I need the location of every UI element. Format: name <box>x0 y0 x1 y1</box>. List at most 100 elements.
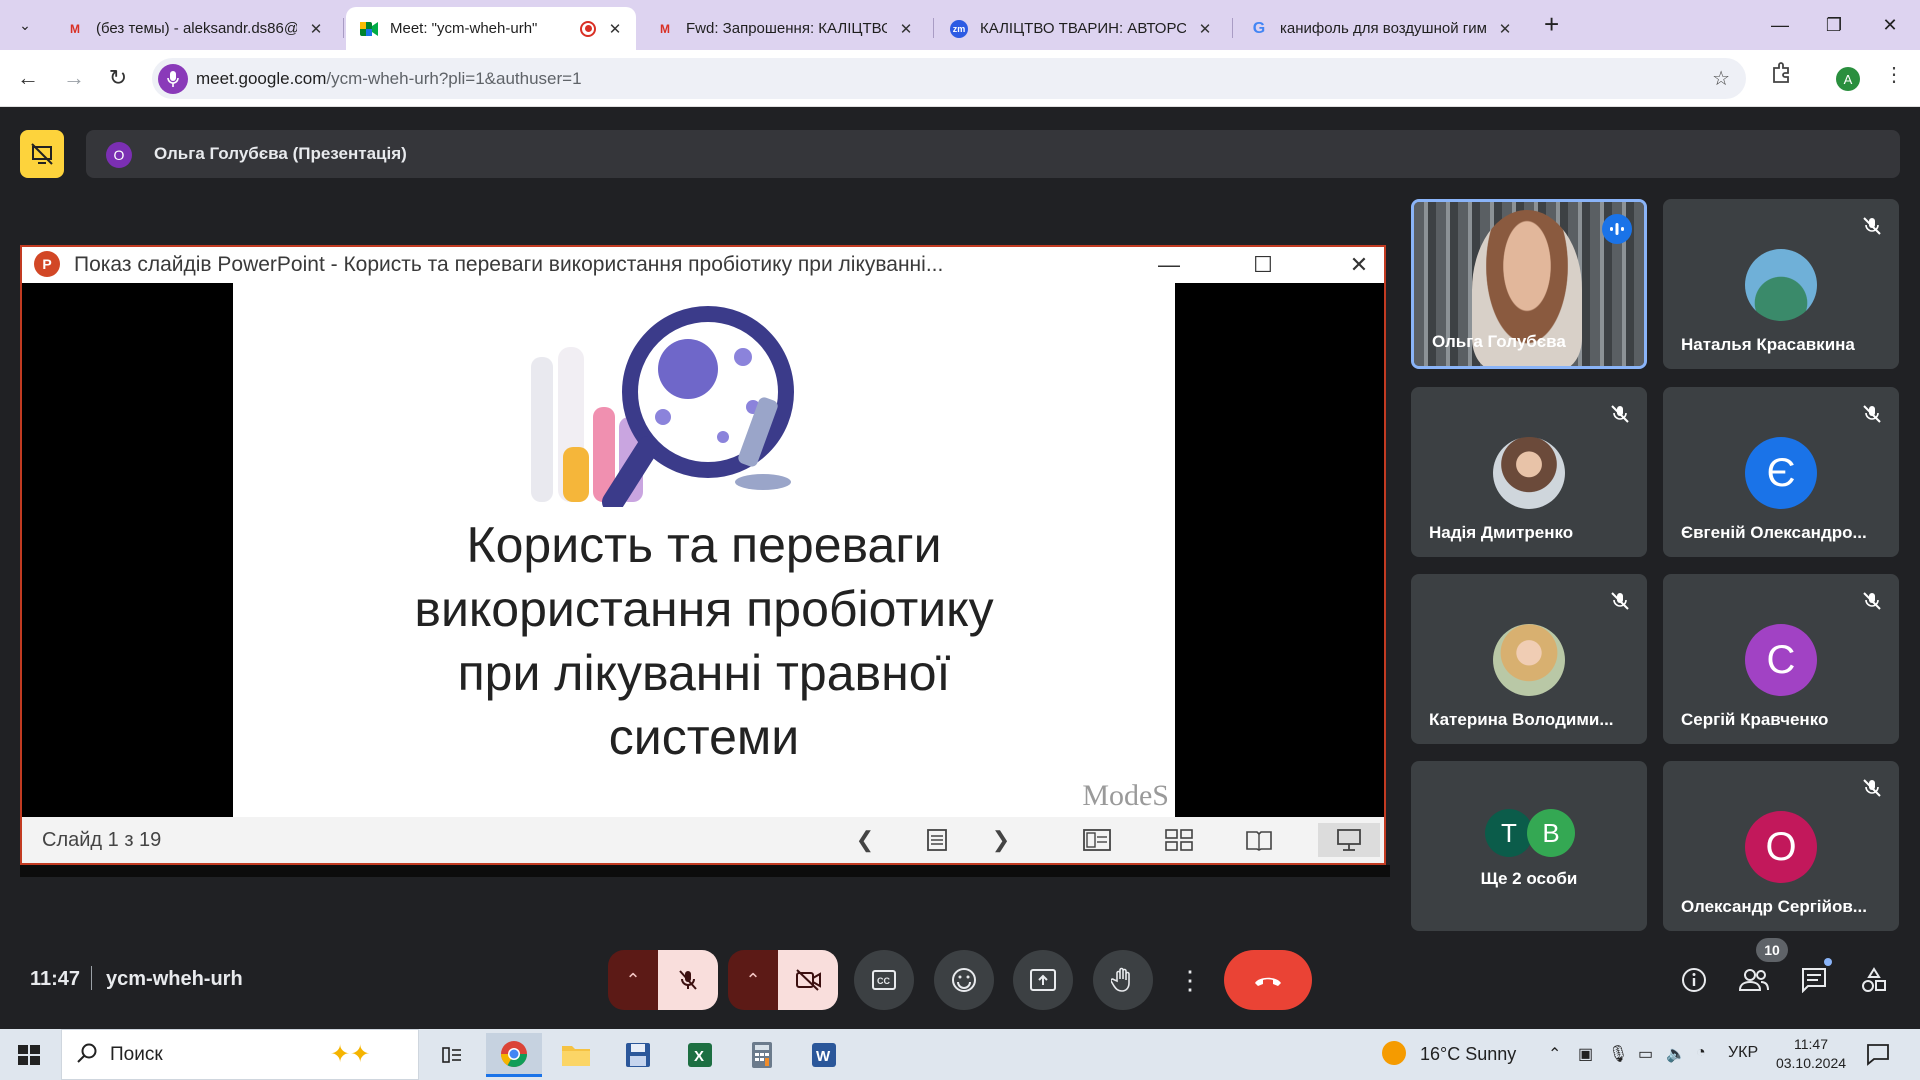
presenter-banner: О Ольга Голубєва (Презентація) <box>86 130 1900 178</box>
new-tab-icon[interactable]: + <box>1544 11 1559 37</box>
previous-slide-icon[interactable]: ❮ <box>844 823 886 857</box>
ppt-maximize-icon[interactable]: ☐ <box>1232 247 1294 283</box>
taskbar-clock[interactable]: 11:47 03.10.2024 <box>1766 1035 1856 1073</box>
reload-icon[interactable]: ↻ <box>102 62 134 94</box>
slide-sorter-icon[interactable] <box>916 823 958 857</box>
presenter-label: Ольга Голубєва (Презентація) <box>154 144 407 163</box>
tab-zoom[interactable]: zm КАЛІЦТВО ТВАРИН: АВТОРСЬК ✕ <box>936 7 1226 50</box>
participant-tile-oleksandr[interactable]: О Олександр Сергійов... <box>1663 761 1899 931</box>
emoji-icon <box>952 968 976 992</box>
windows-start-icon[interactable] <box>12 1039 46 1071</box>
participant-name: Олександр Сергійов... <box>1681 897 1867 916</box>
forward-icon[interactable]: → <box>58 62 90 94</box>
participant-tile-kateryna[interactable]: Катерина Володими... <box>1411 574 1647 744</box>
normal-view-icon[interactable] <box>1076 823 1118 857</box>
reactions-button[interactable] <box>934 950 994 1010</box>
present-screen-button[interactable] <box>1013 950 1073 1010</box>
close-tab-icon[interactable]: ✕ <box>897 20 915 38</box>
battery-icon[interactable]: ▭ <box>1638 1044 1653 1064</box>
participant-name: Катерина Володими... <box>1429 710 1614 729</box>
extensions-icon[interactable] <box>1770 62 1792 90</box>
raise-hand-button[interactable] <box>1093 950 1153 1010</box>
close-tab-icon[interactable]: ✕ <box>307 20 325 38</box>
gmail-icon: M <box>70 21 80 36</box>
more-options-button[interactable]: ⋮ <box>1168 950 1212 1010</box>
close-tab-icon[interactable]: ✕ <box>1496 20 1514 38</box>
tray-overflow-icon[interactable]: ⌃ <box>1548 1044 1561 1064</box>
notifications-icon[interactable] <box>1866 1042 1890 1071</box>
participant-tile-serhii[interactable]: С Сергій Кравченко <box>1663 574 1899 744</box>
activities-button[interactable] <box>1852 958 1896 1002</box>
audio-options-button[interactable]: ⌃ <box>608 950 658 1010</box>
people-icon <box>1739 969 1769 991</box>
site-mic-icon[interactable] <box>158 64 188 94</box>
time-code-divider <box>91 966 92 990</box>
video-options-button[interactable]: ⌃ <box>728 950 778 1010</box>
people-button[interactable] <box>1732 958 1776 1002</box>
word-icon[interactable]: W <box>796 1033 852 1077</box>
address-bar[interactable]: meet.google.com/ycm-wheh-urh?pli=1&authu… <box>152 58 1746 99</box>
participant-name: Ще 2 особи <box>1480 869 1578 888</box>
ppt-minimize-icon[interactable]: — <box>1138 247 1200 283</box>
tab-gmail-1[interactable]: M (без темы) - aleksandr.ds86@g ✕ <box>52 7 337 50</box>
grid-view-icon[interactable] <box>1158 823 1200 857</box>
participant-tile-yevhenii[interactable]: Є Євгеній Олександро... <box>1663 387 1899 557</box>
slide-stage: Користь та переваги використання пробіот… <box>22 283 1384 817</box>
participant-tile-olga[interactable]: Ольга Голубєва <box>1411 199 1647 369</box>
calculator-icon[interactable] <box>734 1033 790 1077</box>
camera-toggle-button[interactable] <box>778 950 838 1010</box>
participant-tile-nadiya[interactable]: Надія Дмитренко <box>1411 387 1647 557</box>
close-window-icon[interactable]: ✕ <box>1860 0 1920 50</box>
tab-meet[interactable]: Meet: "ycm-wheh-urh" ✕ <box>346 7 636 50</box>
next-slide-icon[interactable]: ❯ <box>980 823 1022 857</box>
chevron-up-icon: ⌃ <box>625 969 641 990</box>
wifi-icon[interactable]: ◔ <box>1696 1044 1706 1062</box>
language-indicator[interactable]: УКР <box>1728 1044 1758 1062</box>
participant-tile-more[interactable]: Т В Ще 2 особи <box>1411 761 1647 931</box>
volume-icon[interactable]: 🔈 <box>1666 1044 1686 1064</box>
microphone-toggle-button[interactable] <box>658 950 718 1010</box>
slideshow-statusbar: Слайд 1 з 19 ❮ ❯ <box>22 817 1384 863</box>
profile-avatar[interactable]: A <box>1836 67 1860 91</box>
chat-button[interactable] <box>1792 958 1836 1002</box>
save-app-icon[interactable] <box>610 1033 666 1077</box>
speaking-indicator-icon <box>1602 214 1632 244</box>
back-icon[interactable]: ← <box>12 62 44 94</box>
tray-app-icon[interactable]: ▣ <box>1578 1044 1593 1064</box>
tab-gmail-2[interactable]: M Fwd: Запрошення: КАЛІЦТВО Т ✕ <box>642 7 927 50</box>
powerpoint-window-title: Показ слайдів PowerPoint - Користь та пе… <box>74 253 944 276</box>
stop-presenting-icon <box>31 143 53 165</box>
participant-name: Ольга Голубєва <box>1432 332 1566 351</box>
chat-icon <box>1802 968 1826 993</box>
presentation-toggle-button[interactable] <box>20 130 64 178</box>
task-view-icon[interactable] <box>424 1033 480 1077</box>
slide-logo: ModeS <box>1082 779 1169 812</box>
powerpoint-titlebar: P Показ слайдів PowerPoint - Користь та … <box>22 247 1384 283</box>
ppt-close-icon[interactable]: ✕ <box>1328 247 1390 283</box>
slideshow-view-icon[interactable] <box>1318 823 1380 857</box>
mic-muted-icon <box>1863 592 1881 610</box>
file-explorer-icon[interactable] <box>548 1033 604 1077</box>
current-slide[interactable]: Користь та переваги використання пробіот… <box>233 283 1175 817</box>
powerpoint-icon: P <box>34 251 60 277</box>
participant-tile-natalya[interactable]: Наталья Красавкина <box>1663 199 1899 369</box>
meeting-details-button[interactable] <box>1672 958 1716 1002</box>
svg-text:CC: CC <box>877 976 890 986</box>
taskbar-search-box[interactable]: Поиск ✦✦ <box>61 1029 419 1080</box>
tab-search-dropdown[interactable]: ⌄ <box>12 12 38 38</box>
chrome-taskbar-icon[interactable] <box>486 1033 542 1077</box>
restore-window-icon[interactable]: ❐ <box>1804 0 1864 50</box>
captions-button[interactable]: CC <box>854 950 914 1010</box>
excel-icon[interactable]: X <box>672 1033 728 1077</box>
slide-title: Користь та переваги використання пробіот… <box>414 517 994 765</box>
reading-view-icon[interactable] <box>1238 823 1280 857</box>
bookmark-star-icon[interactable]: ☆ <box>1712 66 1730 91</box>
captions-icon: CC <box>872 970 896 990</box>
leave-call-button[interactable] <box>1224 950 1312 1010</box>
minimize-window-icon[interactable]: — <box>1750 0 1810 50</box>
tab-google-search[interactable]: G канифоль для воздушной гим ✕ <box>1236 7 1526 50</box>
close-tab-icon[interactable]: ✕ <box>1196 20 1214 38</box>
browser-menu-icon[interactable]: ⋮ <box>1884 62 1904 87</box>
microphone-tray-icon[interactable]: 🎙 <box>1608 1044 1628 1064</box>
close-tab-icon[interactable]: ✕ <box>606 20 624 38</box>
